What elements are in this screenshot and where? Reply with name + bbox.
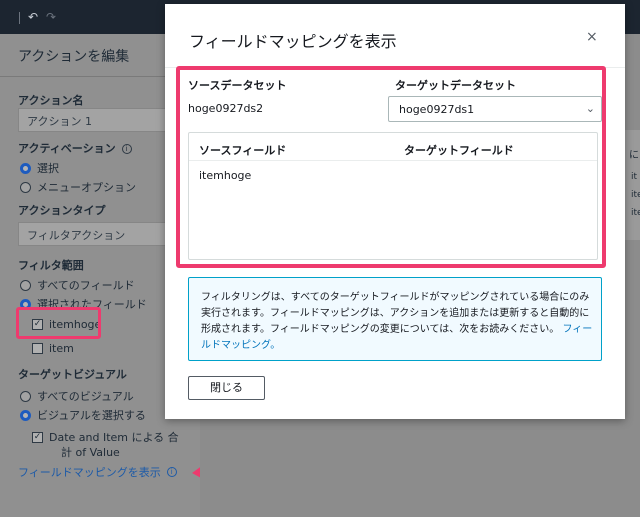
filter-scope-label: フィルタ範囲 — [18, 259, 84, 272]
activation-label-text: アクティベーション — [18, 142, 116, 155]
modal-title: フィールドマッピングを表示 — [189, 32, 397, 51]
undo-icon[interactable]: ↶ — [28, 10, 38, 24]
filter-scope-all[interactable]: すべてのフィールド — [20, 277, 135, 293]
checkbox-icon[interactable] — [32, 343, 43, 354]
card-header-text: に — [629, 150, 639, 161]
radio-icon[interactable] — [20, 279, 31, 291]
radio-icon[interactable] — [20, 390, 31, 402]
visual-label-line1: Date and Item による 合 — [49, 431, 179, 444]
show-field-mapping-link[interactable]: フィールドマッピングを表示 i — [18, 464, 177, 480]
radio-selected-icon[interactable] — [20, 162, 31, 174]
info-icon[interactable]: i — [121, 144, 132, 154]
action-type-label: アクションタイプ — [18, 204, 106, 217]
activation-option-label: 選択 — [37, 162, 59, 175]
visual-checkbox[interactable]: ✓ Date and Item による 合 計 of Value — [32, 430, 179, 460]
visual-label-line2: 計 of Value — [61, 446, 120, 459]
info-text: フィルタリングは、すべてのターゲットフィールドがマッピングされている場合にのみ実… — [201, 290, 595, 354]
redo-icon[interactable]: ↷ — [46, 10, 56, 24]
field-checkbox-label: item — [49, 342, 74, 355]
activation-option-menu[interactable]: メニューオプション — [20, 179, 136, 195]
info-message: フィルタリングは、すべてのターゲットフィールドがマッピングされている場合にのみ実… — [201, 292, 590, 335]
panel-title: アクションを編集 — [18, 49, 130, 65]
action-name-input[interactable]: アクション 1 — [18, 108, 178, 132]
target-visual-label: ターゲットビジュアル — [18, 368, 127, 381]
highlight-annotation — [16, 307, 101, 339]
radio-selected-icon[interactable] — [20, 409, 31, 421]
target-visual-select[interactable]: ビジュアルを選択する — [20, 407, 146, 423]
visual-checkbox-label: Date and Item による 合 計 of Value — [49, 430, 179, 460]
radio-icon[interactable] — [20, 181, 31, 193]
target-visual-option-label: ビジュアルを選択する — [37, 409, 146, 422]
info-alert: フィルタリングは、すべてのターゲットフィールドがマッピングされている場合にのみ実… — [188, 277, 602, 361]
toolbar-divider — [19, 12, 20, 24]
card-row-text: ite — [631, 208, 640, 218]
card-row-text: ite — [631, 190, 640, 200]
screen: ↶ ↷ アクションを編集 アクション名 アクション 1 アクティベーション i 選… — [0, 0, 640, 517]
field-checkbox-item[interactable]: item — [32, 342, 74, 355]
checkbox-checked-icon[interactable]: ✓ — [32, 432, 43, 443]
target-visual-option-label: すべてのビジュアル — [37, 390, 134, 403]
highlight-annotation — [176, 66, 606, 268]
field-mapping-modal: フィールドマッピングを表示 × ソースデータセット hoge0927ds2 ター… — [165, 4, 625, 419]
target-visual-all[interactable]: すべてのビジュアル — [20, 388, 134, 404]
action-name-label: アクション名 — [18, 94, 84, 107]
show-field-mapping-text[interactable]: フィールドマッピングを表示 — [18, 464, 161, 480]
close-icon[interactable]: × — [586, 29, 598, 45]
activation-label: アクティベーション i — [18, 140, 132, 156]
card-row-text: it — [631, 172, 638, 182]
info-icon[interactable]: i — [166, 467, 177, 477]
activation-option-label: メニューオプション — [37, 181, 136, 194]
filter-scope-option-label: すべてのフィールド — [37, 279, 135, 292]
activation-option-select[interactable]: 選択 — [20, 160, 59, 176]
close-button[interactable]: 閉じる — [188, 376, 265, 400]
